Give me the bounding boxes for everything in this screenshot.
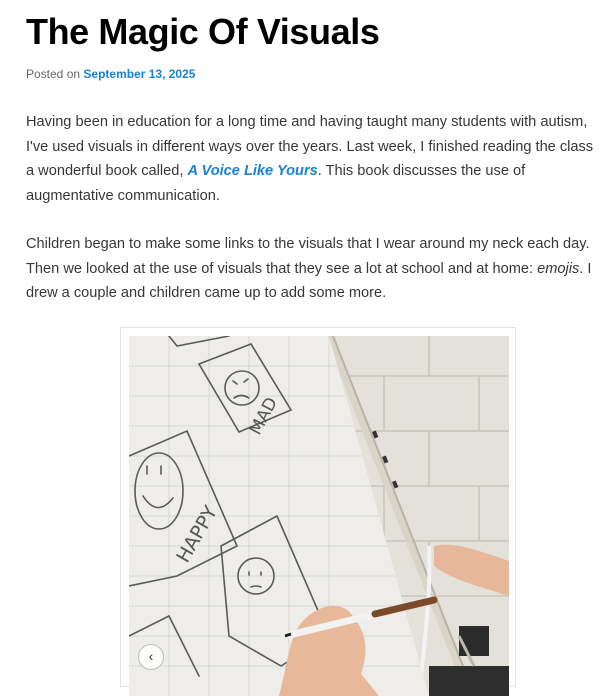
post-meta: Posted on September 13, 2025: [26, 67, 195, 81]
paragraph-2-text: Children began to make some links to the…: [26, 236, 590, 277]
post-date-link[interactable]: September 13, 2025: [83, 67, 195, 81]
paragraph-2: Children began to make some links to the…: [26, 232, 601, 306]
paragraph-1: Having been in education for a long time…: [26, 110, 601, 208]
emojis-emphasis: emojis: [537, 260, 580, 277]
chevron-left-icon: ‹: [148, 648, 154, 664]
post-image-figure: MAD HAPPY: [120, 327, 516, 696]
classroom-emoji-photo: MAD HAPPY: [129, 336, 509, 696]
posted-on-label: Posted on: [26, 67, 81, 81]
gallery-prev-button[interactable]: ‹: [138, 644, 164, 670]
book-link[interactable]: A Voice Like Yours: [187, 163, 317, 179]
post-title: The Magic Of Visuals: [26, 11, 380, 52]
